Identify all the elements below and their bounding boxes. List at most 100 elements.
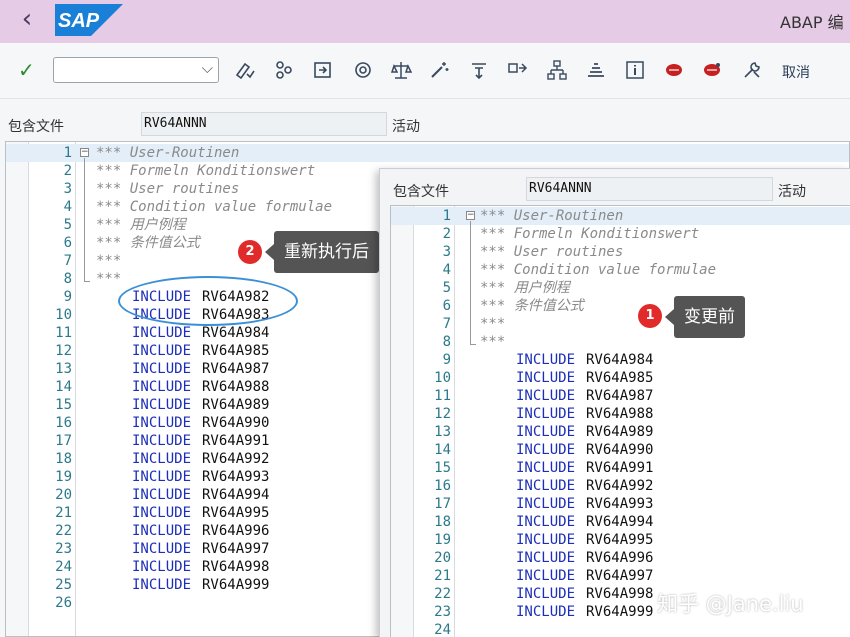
include-file-label: 包含文件 xyxy=(8,119,64,135)
code-line[interactable]: 4 *** Condition value formulae xyxy=(391,261,850,279)
include-name: RV64A993 xyxy=(586,496,654,512)
include-name: RV64A985 xyxy=(586,370,654,386)
include-name: RV64A989 xyxy=(586,424,654,440)
code-line[interactable]: 10 INCLUDE RV64A985 xyxy=(391,369,850,387)
checkmark-icon[interactable]: ✓ xyxy=(18,58,40,82)
line-number: 4 xyxy=(63,199,72,215)
overlay-include-file-field[interactable]: RV64ANNN xyxy=(526,177,773,201)
code-line[interactable]: 20 INCLUDE RV64A996 xyxy=(391,549,850,567)
status-label: 活动 xyxy=(392,119,420,135)
include-keyword: INCLUDE xyxy=(516,568,576,584)
code-line[interactable]: 15 INCLUDE RV64A991 xyxy=(391,459,850,477)
comment-text: *** Condition value formulae xyxy=(480,262,717,278)
line-number: 20 xyxy=(434,550,451,566)
code-line[interactable]: 18 INCLUDE RV64A994 xyxy=(391,513,850,531)
pretty-printer-icon[interactable] xyxy=(468,59,490,81)
tools-icon[interactable] xyxy=(741,59,763,81)
line-number: 6 xyxy=(442,298,451,314)
object-list-icon[interactable] xyxy=(273,59,295,81)
include-keyword: INCLUDE xyxy=(132,397,192,413)
code-line[interactable]: 1 *** User-Routinen xyxy=(391,207,850,225)
include-keyword: INCLUDE xyxy=(516,604,576,620)
line-number: 13 xyxy=(55,361,72,377)
line-number: 5 xyxy=(442,280,451,296)
balance-icon[interactable] xyxy=(390,59,413,81)
include-name: RV64A990 xyxy=(202,415,270,431)
code-line[interactable]: 13 INCLUDE RV64A989 xyxy=(391,423,850,441)
code-line[interactable]: 17 INCLUDE RV64A993 xyxy=(391,495,850,513)
overlay-code-editor[interactable]: 1 *** User-Routinen 2 *** Formeln Kondition… xyxy=(390,205,850,637)
comment-text: *** xyxy=(480,334,506,350)
breakpoint-icon[interactable] xyxy=(663,59,685,81)
line-number: 21 xyxy=(55,505,72,521)
include-keyword: INCLUDE xyxy=(132,415,192,431)
include-keyword: INCLUDE xyxy=(516,532,576,548)
include-name: RV64A998 xyxy=(202,559,270,575)
include-keyword: INCLUDE xyxy=(516,550,576,566)
check-syntax-icon[interactable] xyxy=(233,59,255,81)
external-breakpoint-icon[interactable] xyxy=(701,59,723,81)
activate-icon[interactable] xyxy=(312,59,334,81)
code-line[interactable]: 7 *** xyxy=(391,315,850,333)
command-field[interactable]: ⌵ xyxy=(53,57,219,83)
line-number: 3 xyxy=(63,181,72,197)
code-line[interactable]: 8 *** xyxy=(391,333,850,351)
fold-toggle-icon[interactable]: − xyxy=(80,148,89,157)
line-number: 7 xyxy=(442,316,451,332)
code-line[interactable]: 2 *** Formeln Konditionswert xyxy=(391,225,850,243)
chevron-down-icon[interactable]: ⌵ xyxy=(202,59,213,77)
code-line[interactable]: 12 INCLUDE RV64A988 xyxy=(391,405,850,423)
callout-badge-2: 2 xyxy=(238,240,262,264)
line-number: 18 xyxy=(434,514,451,530)
code-line[interactable]: 9 INCLUDE RV64A984 xyxy=(391,351,850,369)
fold-toggle-icon[interactable]: − xyxy=(466,211,475,220)
navigation-icon[interactable] xyxy=(507,59,529,81)
line-number: 17 xyxy=(434,496,451,512)
magic-wand-icon[interactable] xyxy=(428,59,450,81)
back-arrow-icon[interactable]: ‹ xyxy=(14,6,40,34)
code-line[interactable]: 6 *** 条件值公式 xyxy=(391,297,850,315)
line-number: 5 xyxy=(63,217,72,233)
line-number: 24 xyxy=(55,559,72,575)
code-line[interactable]: 3 *** User routines xyxy=(391,243,850,261)
stack-icon[interactable] xyxy=(585,59,607,81)
include-name: RV64A985 xyxy=(202,343,270,359)
code-line[interactable]: 24 xyxy=(391,621,850,637)
code-line[interactable]: 19 INCLUDE RV64A995 xyxy=(391,531,850,549)
comment-text: *** User routines xyxy=(96,181,240,197)
code-line[interactable]: 14 INCLUDE RV64A990 xyxy=(391,441,850,459)
comment-text: *** Formeln Konditionswert xyxy=(96,163,316,179)
include-name: RV64A997 xyxy=(202,541,270,557)
cancel-button[interactable]: 取消 xyxy=(782,62,810,82)
where-used-icon[interactable] xyxy=(352,59,374,81)
overlay-status-label: 活动 xyxy=(778,184,806,200)
comment-text: *** 条件值公式 xyxy=(96,235,200,251)
callout-before-change: 变更前 xyxy=(665,296,745,338)
line-number: 1 xyxy=(442,208,451,224)
code-line[interactable]: 1 *** User-Routinen xyxy=(6,144,849,162)
include-name: RV64A990 xyxy=(586,442,654,458)
include-keyword: INCLUDE xyxy=(132,325,192,341)
include-name: RV64A988 xyxy=(202,379,270,395)
code-line[interactable]: 16 INCLUDE RV64A992 xyxy=(391,477,850,495)
code-line[interactable]: 5 *** 用户例程 xyxy=(391,279,850,297)
include-name: RV64A999 xyxy=(202,577,270,593)
callout-after-rerun: 重新执行后 xyxy=(265,231,379,273)
include-file-field[interactable]: RV64ANNN xyxy=(141,112,387,136)
line-number: 7 xyxy=(63,253,72,269)
include-name: RV64A998 xyxy=(586,586,654,602)
line-number: 2 xyxy=(63,163,72,179)
code-line[interactable]: 11 INCLUDE RV64A987 xyxy=(391,387,850,405)
info-icon[interactable] xyxy=(624,59,646,81)
line-number: 19 xyxy=(55,469,72,485)
highlight-ellipse xyxy=(118,276,298,326)
overlay-include-file-row: 包含文件 RV64ANNN 活动 xyxy=(380,177,850,201)
include-name: RV64A994 xyxy=(202,487,270,503)
line-number: 25 xyxy=(55,577,72,593)
comment-text: *** xyxy=(96,253,122,269)
code-line[interactable]: 21 INCLUDE RV64A997 xyxy=(391,567,850,585)
include-keyword: INCLUDE xyxy=(132,433,192,449)
fold-guide xyxy=(84,158,85,282)
callout-badge-1: 1 xyxy=(638,304,662,328)
hierarchy-icon[interactable] xyxy=(546,59,568,81)
